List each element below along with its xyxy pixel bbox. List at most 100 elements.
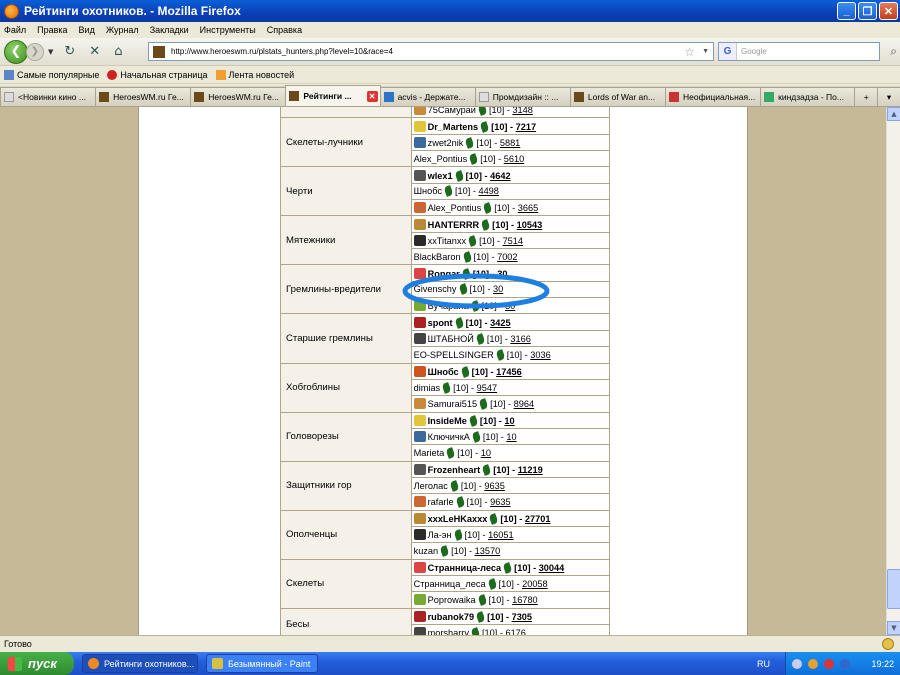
taskbar-item-paint[interactable]: Безымянный - Paint xyxy=(206,654,318,673)
score-link[interactable]: 7002 xyxy=(497,252,517,262)
player-name-link[interactable]: Frozenheart xyxy=(428,465,481,475)
clan-icon[interactable] xyxy=(413,414,426,426)
score-link[interactable]: 16051 xyxy=(488,530,514,540)
menu-tools[interactable]: Инструменты xyxy=(200,25,256,35)
clan-icon[interactable] xyxy=(413,169,426,181)
score-link[interactable]: 5610 xyxy=(504,154,524,164)
score-link[interactable]: 7514 xyxy=(503,236,523,246)
clan-icon[interactable] xyxy=(413,529,426,541)
scroll-down-icon[interactable]: ▼ xyxy=(887,621,900,635)
player-name-link[interactable]: spont xyxy=(428,318,453,328)
player-name-link[interactable]: Ла-эн xyxy=(428,530,452,540)
language-indicator[interactable]: RU xyxy=(757,659,770,669)
clan-icon[interactable] xyxy=(413,332,426,344)
score-link[interactable]: 27701 xyxy=(525,514,551,524)
scroll-thumb[interactable] xyxy=(887,569,900,609)
player-name-link[interactable]: morsharry xyxy=(428,628,469,635)
maximize-button[interactable]: ❐ xyxy=(858,2,877,20)
menu-history[interactable]: Журнал xyxy=(106,25,139,35)
score-link[interactable]: 4642 xyxy=(490,171,510,181)
player-name-link[interactable]: Леголас xyxy=(414,481,448,491)
clan-icon[interactable] xyxy=(413,496,426,508)
tab-lords-of-war[interactable]: Lords of War an... xyxy=(569,87,666,106)
search-icon[interactable]: ⌕ xyxy=(890,44,897,59)
player-name-link[interactable]: Шнобс xyxy=(414,186,442,196)
start-button[interactable]: пуск xyxy=(0,652,74,675)
clan-icon[interactable] xyxy=(413,107,426,116)
player-name-link[interactable]: Samurai515 xyxy=(428,399,478,409)
player-name-link[interactable]: Poprowaika xyxy=(428,595,476,605)
home-icon[interactable]: ⌂ xyxy=(114,44,122,59)
score-link[interactable]: 30044 xyxy=(539,563,565,573)
clan-icon[interactable] xyxy=(413,120,426,132)
google-engine-icon[interactable]: G xyxy=(719,43,737,60)
score-link[interactable]: 3166 xyxy=(510,334,530,344)
score-link[interactable]: 3036 xyxy=(530,350,550,360)
player-name-link[interactable]: xxTitanxx xyxy=(428,236,466,246)
clan-icon[interactable] xyxy=(413,627,426,635)
player-name-link[interactable]: InsideMe xyxy=(428,416,467,426)
clan-icon[interactable] xyxy=(413,218,426,230)
tray-opera-icon[interactable] xyxy=(824,658,834,669)
forward-arrow-icon[interactable]: ❯ xyxy=(26,42,44,61)
back-arrow-icon[interactable]: ❮ xyxy=(4,39,28,64)
score-link[interactable]: 13570 xyxy=(475,546,501,556)
clan-icon[interactable] xyxy=(413,463,426,475)
player-name-link[interactable]: dimias xyxy=(414,383,441,393)
taskbar-item-firefox[interactable]: Рейтинги охотников... xyxy=(82,654,198,673)
tab-heroeswm-2[interactable]: HeroesWM.ru Ге... xyxy=(190,87,287,106)
menu-view[interactable]: Вид xyxy=(79,25,95,35)
address-url[interactable]: http://www.heroeswm.ru/plstats_hunters.p… xyxy=(171,47,393,56)
score-link[interactable]: 6176 xyxy=(505,628,525,635)
clan-icon[interactable] xyxy=(413,594,426,606)
player-name-link[interactable]: wlex1 xyxy=(428,171,453,181)
clan-icon[interactable] xyxy=(413,316,426,328)
menu-help[interactable]: Справка xyxy=(267,25,302,35)
bookmark-star-icon[interactable]: ☆ xyxy=(684,45,695,59)
history-dropdown-icon[interactable]: ▼ xyxy=(48,48,53,56)
search-field[interactable]: G Google ⌕ xyxy=(718,42,897,61)
status-smiley-icon[interactable] xyxy=(882,638,894,650)
score-link[interactable]: 3425 xyxy=(490,318,510,328)
score-link[interactable]: 10543 xyxy=(517,220,543,230)
close-button[interactable]: ✕ xyxy=(879,2,898,20)
player-name-link[interactable]: Странница-леса xyxy=(428,563,502,573)
player-name-link[interactable]: КлючичкА xyxy=(428,432,470,442)
stop-icon[interactable]: ✕ xyxy=(89,44,100,59)
player-name-link[interactable]: EO-SPELLSINGER xyxy=(414,350,494,360)
player-name-link[interactable]: BlackBaron xyxy=(414,252,461,262)
clan-icon[interactable] xyxy=(413,136,426,148)
score-link[interactable]: 5881 xyxy=(500,138,520,148)
tab-list-icon[interactable]: ▾ xyxy=(877,87,900,106)
score-link[interactable]: 4498 xyxy=(478,186,498,196)
clan-icon[interactable] xyxy=(413,512,426,524)
score-link[interactable]: 7305 xyxy=(512,612,532,622)
player-name-link[interactable]: Alex_Pontius xyxy=(428,203,482,213)
score-link[interactable]: 16780 xyxy=(512,595,538,605)
tray-network-icon[interactable] xyxy=(840,658,850,669)
score-link[interactable]: 3148 xyxy=(512,107,532,115)
tab-unofficial[interactable]: Неофициальная... xyxy=(665,87,762,106)
minimize-button[interactable]: _ xyxy=(837,2,856,20)
player-name-link[interactable]: Alex_Pontius xyxy=(414,154,468,164)
tab-kino[interactable]: <Новинки кино ... xyxy=(0,87,97,106)
menu-edit[interactable]: Правка xyxy=(37,25,67,35)
new-tab-icon[interactable]: + xyxy=(854,87,879,106)
clan-icon[interactable] xyxy=(413,234,426,246)
player-name-link[interactable]: zwet2nik xyxy=(428,138,464,148)
vertical-scrollbar[interactable]: ▲ ▼ xyxy=(886,107,900,635)
player-name-link[interactable]: xxxLeHKaxxx xyxy=(428,514,488,524)
reload-icon[interactable]: ↻ xyxy=(64,44,75,59)
score-link[interactable]: 8964 xyxy=(514,399,534,409)
tab-promdesign[interactable]: Промдизайн :: ... xyxy=(474,87,571,106)
address-bar[interactable]: http://www.heroeswm.ru/plstats_hunters.p… xyxy=(148,42,714,61)
player-name-link[interactable]: kuzan xyxy=(414,546,439,556)
clan-icon[interactable] xyxy=(413,398,426,410)
url-dropdown-icon[interactable]: ▼ xyxy=(702,48,709,55)
clan-icon[interactable] xyxy=(413,561,426,573)
menu-file[interactable]: Файл xyxy=(4,25,26,35)
player-name-link[interactable]: ШТАБНОЙ xyxy=(428,334,474,344)
player-name-link[interactable]: Странница_леса xyxy=(414,579,486,589)
tray-arrow-icon[interactable] xyxy=(792,658,802,669)
score-link[interactable]: 10 xyxy=(481,448,491,458)
